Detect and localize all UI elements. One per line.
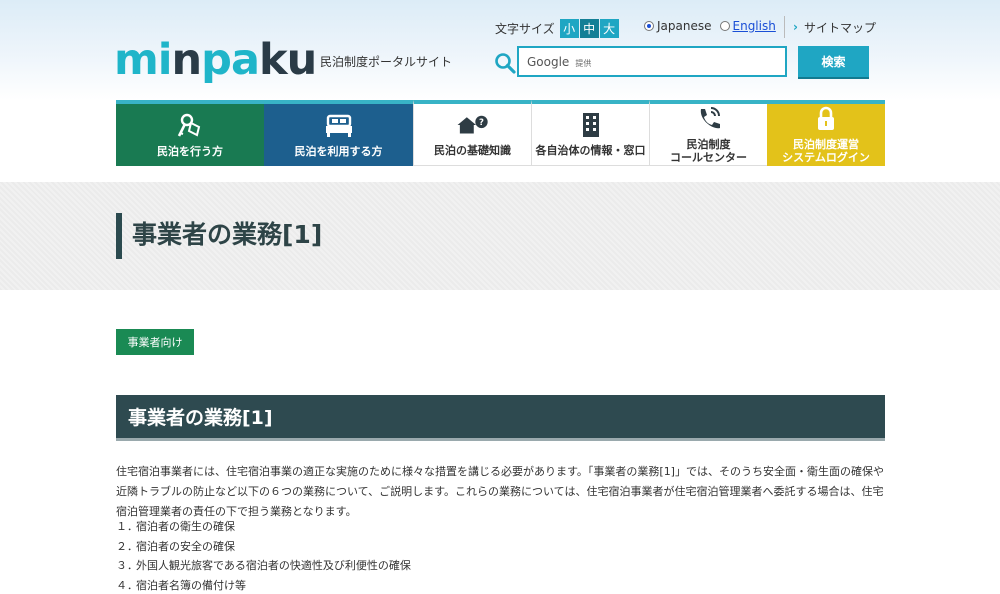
nav-basics[interactable]: ? 民泊の基礎知識 [413,100,531,166]
font-size-label: 文字サイズ [495,21,555,36]
lang-japanese-option[interactable]: Japanese [644,19,712,33]
lock-icon [809,106,843,132]
minpaku-logo[interactable]: minpaku [114,36,317,84]
nav-guest-label: 民泊を利用する方 [294,144,383,158]
svg-text:?: ? [479,118,484,128]
list-item: ４．宿泊者名簿の備付け等 [116,578,246,592]
house-question-icon: ? [456,112,490,138]
search-input[interactable]: Google 提供 [517,46,787,77]
font-size-medium-button[interactable]: 中 [579,18,599,38]
list-item: ２．宿泊者の安全の確保 [116,539,235,553]
lang-japanese-label: Japanese [657,19,712,33]
nav-host-label: 民泊を行う方 [157,144,223,158]
bed-icon [322,113,356,139]
font-size-control: 文字サイズ 小 中 大 [495,18,619,38]
nav-local-gov[interactable]: 各自治体の情報・窓口 [531,100,649,166]
lang-english-option[interactable]: English [719,19,776,33]
nav-call-center-label: 民泊制度 コールセンター [670,137,747,164]
font-size-small-button[interactable]: 小 [559,18,579,38]
nav-call-center[interactable]: 民泊制度 コールセンター [649,100,767,166]
duties-list: １．宿泊者の衛生の確保 ２．宿泊者の安全の確保 ３．外国人観光旅客である宿泊者の… [116,517,886,594]
category-tag[interactable]: 事業者向け [116,329,194,355]
nav-system-login-label: 民泊制度運営 システムログイン [782,138,870,164]
building-icon [574,112,608,138]
nav-guest[interactable]: 民泊を利用する方 [264,100,413,166]
phone-icon [692,106,726,132]
nav-basics-label: 民泊の基礎知識 [434,144,511,157]
list-item: ３．外国人観光旅客である宿泊者の快適性及び利便性の確保 [116,559,411,572]
language-switch: Japanese English [644,19,784,33]
nav-host[interactable]: 民泊を行う方 [116,100,264,166]
lang-english-link[interactable]: English [733,19,776,33]
lang-japanese-radio[interactable] [644,21,654,31]
page-title: 事業者の業務[1] [116,213,322,259]
nav-local-gov-label: 各自治体の情報・窓口 [535,144,646,157]
search-button[interactable]: 検索 [798,46,869,77]
site-header: minpaku 民泊制度ポータルサイト 文字サイズ 小 中 大 Japanese… [0,0,1000,100]
search-icon [495,53,516,74]
nav-system-login[interactable]: 民泊制度運営 システムログイン [767,100,885,166]
main-nav: 民泊を行う方 民泊を利用する方 ? 民泊の基礎知識 各自治体の情報・窓口 民泊制… [116,100,885,166]
intro-paragraph: 住宅宿泊事業者には、住宅宿泊事業の適正な実施のために様々な措置を講じる必要があり… [116,465,884,518]
sitemap-link[interactable]: › サイトマップ [784,16,876,38]
sitemap-label: サイトマップ [803,20,876,35]
section-heading: 事業者の業務[1] [116,395,885,441]
google-label: Google 提供 [527,54,592,69]
lang-english-radio[interactable] [719,21,730,31]
keys-icon [173,113,207,139]
list-item: １．宿泊者の衛生の確保 [116,520,235,533]
site-tagline: 民泊制度ポータルサイト [320,55,453,69]
chevron-right-icon: › [793,20,798,34]
font-size-large-button[interactable]: 大 [599,18,619,38]
